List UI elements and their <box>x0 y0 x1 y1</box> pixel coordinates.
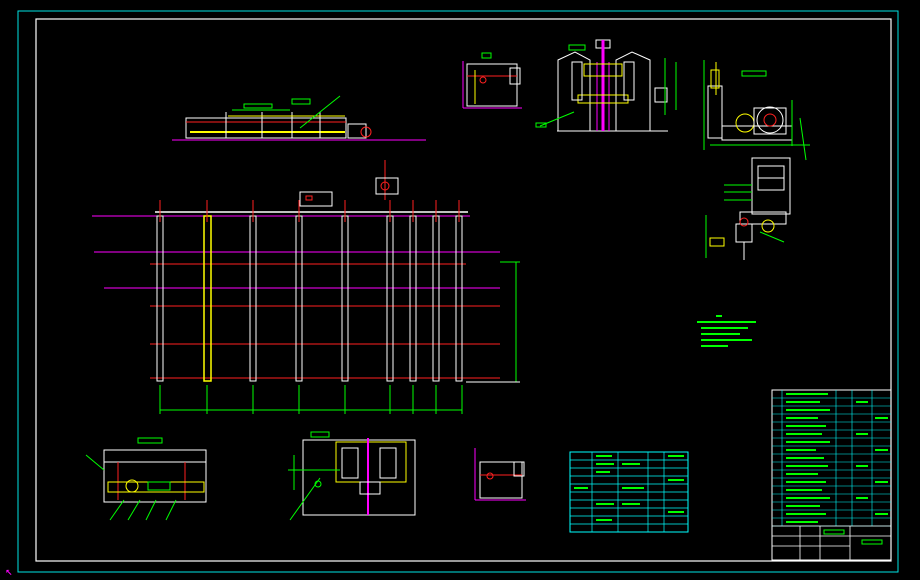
cad-drawing-sheet[interactable] <box>0 0 920 580</box>
motor-trolley-view <box>705 157 791 260</box>
section-view-top-center <box>535 39 677 132</box>
bottom-small-detail <box>474 448 526 501</box>
main-plan-view <box>92 160 520 414</box>
ucs-arrow-icon: ↖ <box>5 564 13 578</box>
technical-notes <box>697 315 756 347</box>
parts-table-center <box>569 451 689 533</box>
drive-unit-view <box>703 60 810 161</box>
bottom-center-section <box>288 431 416 521</box>
side-elevation-view <box>172 95 426 141</box>
detail-view-top-left <box>462 52 522 109</box>
bottom-left-detail <box>85 437 207 521</box>
sheet-border <box>17 10 899 573</box>
title-block-bom <box>771 389 892 561</box>
